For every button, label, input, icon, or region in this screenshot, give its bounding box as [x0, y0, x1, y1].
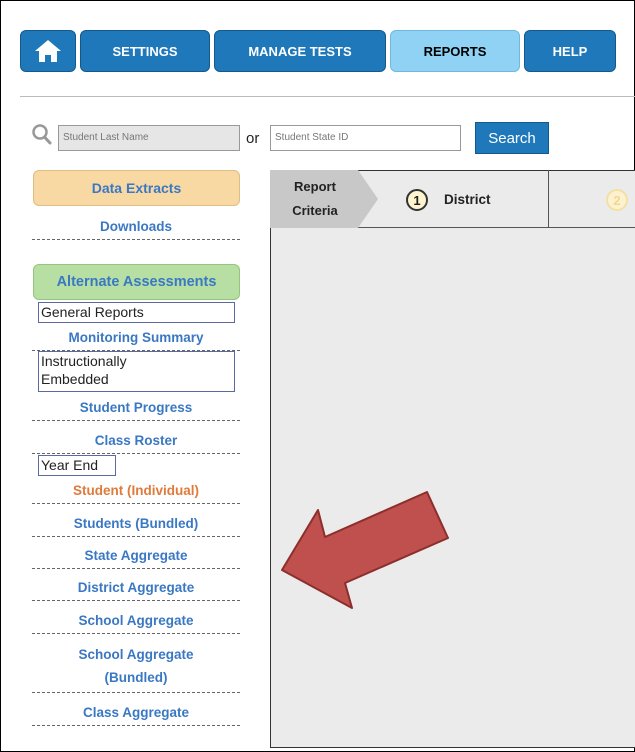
downloads-link[interactable]: Downloads: [32, 217, 240, 240]
annotation-arrow-icon: [281, 491, 449, 609]
state-aggregate-link[interactable]: State Aggregate: [32, 546, 240, 569]
last-name-input[interactable]: Student Last Name: [58, 125, 240, 151]
school-aggregate-link[interactable]: School Aggregate: [32, 611, 240, 634]
student-individual-link[interactable]: Student (Individual): [32, 481, 240, 504]
home-icon: [35, 40, 61, 62]
report-criteria-line2: Criteria: [292, 203, 338, 218]
student-progress-link[interactable]: Student Progress: [32, 398, 240, 421]
step-1-number: 1: [406, 189, 428, 211]
step-2-number: 2: [606, 189, 628, 211]
students-bundled-link[interactable]: Students (Bundled): [32, 514, 240, 537]
school-aggregate-bundled-line1: School Aggregate: [78, 647, 194, 662]
state-id-input[interactable]: Student State ID: [270, 125, 461, 151]
nav-reports[interactable]: REPORTS: [390, 30, 520, 72]
instructionally-embedded-label: Instructionally Embedded: [41, 353, 127, 387]
class-roster-link[interactable]: Class Roster: [32, 431, 240, 454]
report-criteria-label: Report Criteria: [280, 175, 350, 223]
or-label: or: [246, 130, 260, 147]
step-divider: [548, 170, 549, 228]
report-panel: [270, 170, 635, 748]
class-aggregate-link[interactable]: Class Aggregate: [32, 703, 240, 726]
report-criteria-line1: Report: [294, 179, 336, 194]
nav-help[interactable]: HELP: [524, 30, 616, 72]
search-button[interactable]: Search: [475, 122, 549, 154]
data-extracts-header[interactable]: Data Extracts: [33, 170, 240, 206]
district-aggregate-link[interactable]: District Aggregate: [32, 578, 240, 601]
monitoring-summary-link[interactable]: Monitoring Summary: [32, 328, 240, 351]
nav-manage-tests[interactable]: MANAGE TESTS: [214, 30, 386, 72]
general-reports-heading: General Reports: [38, 302, 235, 323]
school-aggregate-bundled-line2: (Bundled): [104, 670, 168, 685]
instructionally-embedded-heading: Instructionally Embedded: [38, 351, 235, 392]
home-button[interactable]: [20, 30, 76, 72]
nav-divider: [20, 96, 635, 97]
top-nav: SETTINGS MANAGE TESTS REPORTS HELP: [20, 30, 620, 72]
step-1-district[interactable]: District: [444, 192, 491, 207]
year-end-heading: Year End: [38, 455, 116, 476]
school-aggregate-bundled-link[interactable]: School Aggregate (Bundled): [32, 644, 240, 693]
magnifier-icon: [32, 124, 52, 145]
alternate-assessments-header[interactable]: Alternate Assessments: [33, 264, 240, 300]
report-criteria-arrow: [358, 170, 378, 228]
nav-settings[interactable]: SETTINGS: [80, 30, 210, 72]
